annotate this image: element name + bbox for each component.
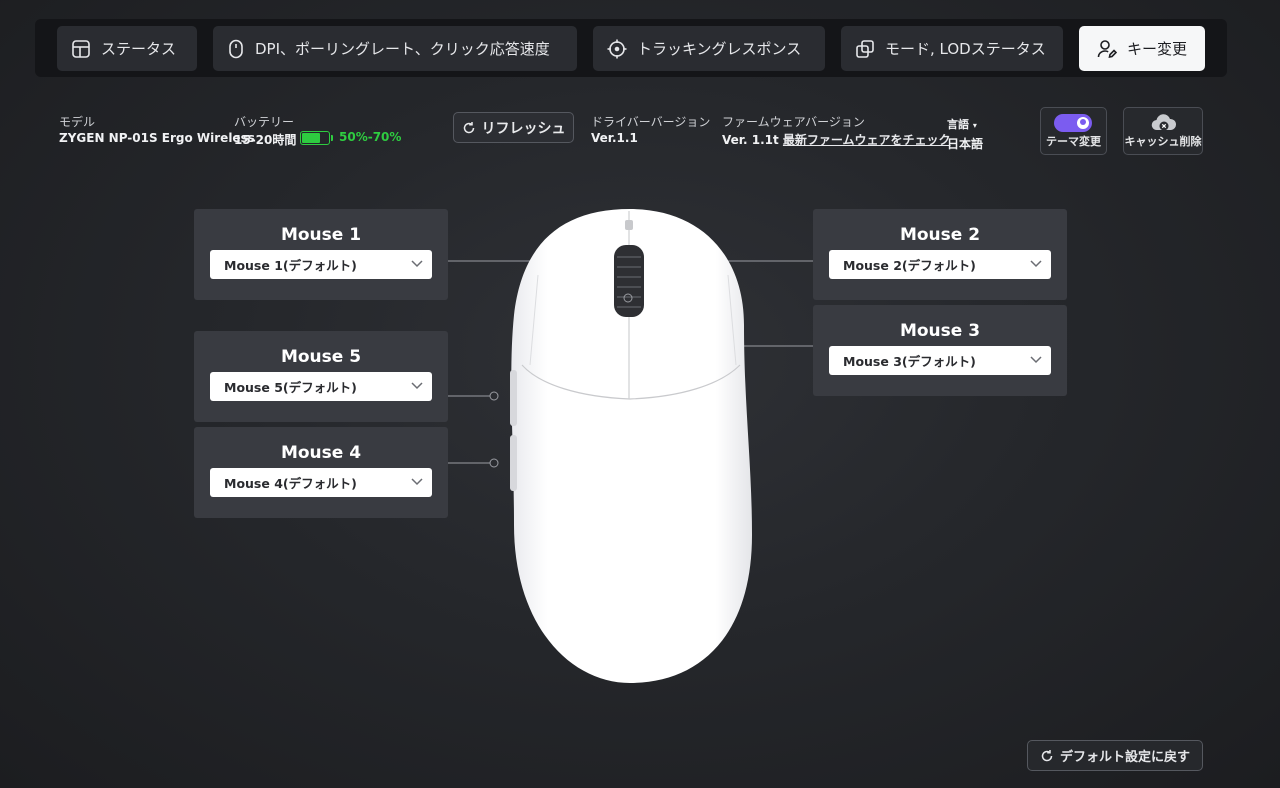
mouse1-title: Mouse 1 bbox=[280, 225, 362, 245]
mouse2-select-value: Mouse 2(デフォルト) bbox=[843, 258, 976, 273]
mouse4-select-value: Mouse 4(デフォルト) bbox=[224, 476, 357, 491]
chevron-down-icon bbox=[1030, 260, 1042, 268]
mouse5-panel: Mouse 5 Mouse 5(デフォルト) bbox=[194, 331, 448, 422]
mouse5-select[interactable]: Mouse 5(デフォルト) bbox=[210, 372, 432, 401]
mouse4-panel: Mouse 4 Mouse 4(デフォルト) bbox=[194, 427, 448, 518]
mouse3-select[interactable]: Mouse 3(デフォルト) bbox=[829, 346, 1051, 375]
mouse5-select-value: Mouse 5(デフォルト) bbox=[224, 380, 357, 395]
reset-default-button[interactable]: デフォルト設定に戻す bbox=[1027, 740, 1203, 771]
chevron-down-icon bbox=[1030, 356, 1042, 364]
mouse4-select[interactable]: Mouse 4(デフォルト) bbox=[210, 468, 432, 497]
mouse2-panel: Mouse 2 Mouse 2(デフォルト) bbox=[813, 209, 1067, 300]
chevron-down-icon bbox=[411, 260, 423, 268]
mouse1-panel: Mouse 1 Mouse 1(デフォルト) bbox=[194, 209, 448, 300]
mouse2-select[interactable]: Mouse 2(デフォルト) bbox=[829, 250, 1051, 279]
mouse3-title: Mouse 3 bbox=[899, 321, 981, 341]
refresh-icon bbox=[1041, 749, 1053, 761]
mouse1-select[interactable]: Mouse 1(デフォルト) bbox=[210, 250, 432, 279]
mouse5-title: Mouse 5 bbox=[280, 347, 362, 367]
reset-default-label: デフォルト設定に戻す bbox=[1059, 750, 1190, 765]
mouse3-anchor bbox=[623, 293, 633, 303]
mouse-illustration bbox=[510, 209, 752, 683]
mouse4-title: Mouse 4 bbox=[280, 443, 362, 463]
mouse2-title: Mouse 2 bbox=[899, 225, 981, 245]
mouse1-select-value: Mouse 1(デフォルト) bbox=[224, 258, 357, 273]
chevron-down-icon bbox=[411, 478, 423, 486]
chevron-down-icon bbox=[411, 382, 423, 390]
mouse3-panel: Mouse 3 Mouse 3(デフォルト) bbox=[813, 305, 1067, 396]
mouse3-select-value: Mouse 3(デフォルト) bbox=[843, 354, 976, 369]
